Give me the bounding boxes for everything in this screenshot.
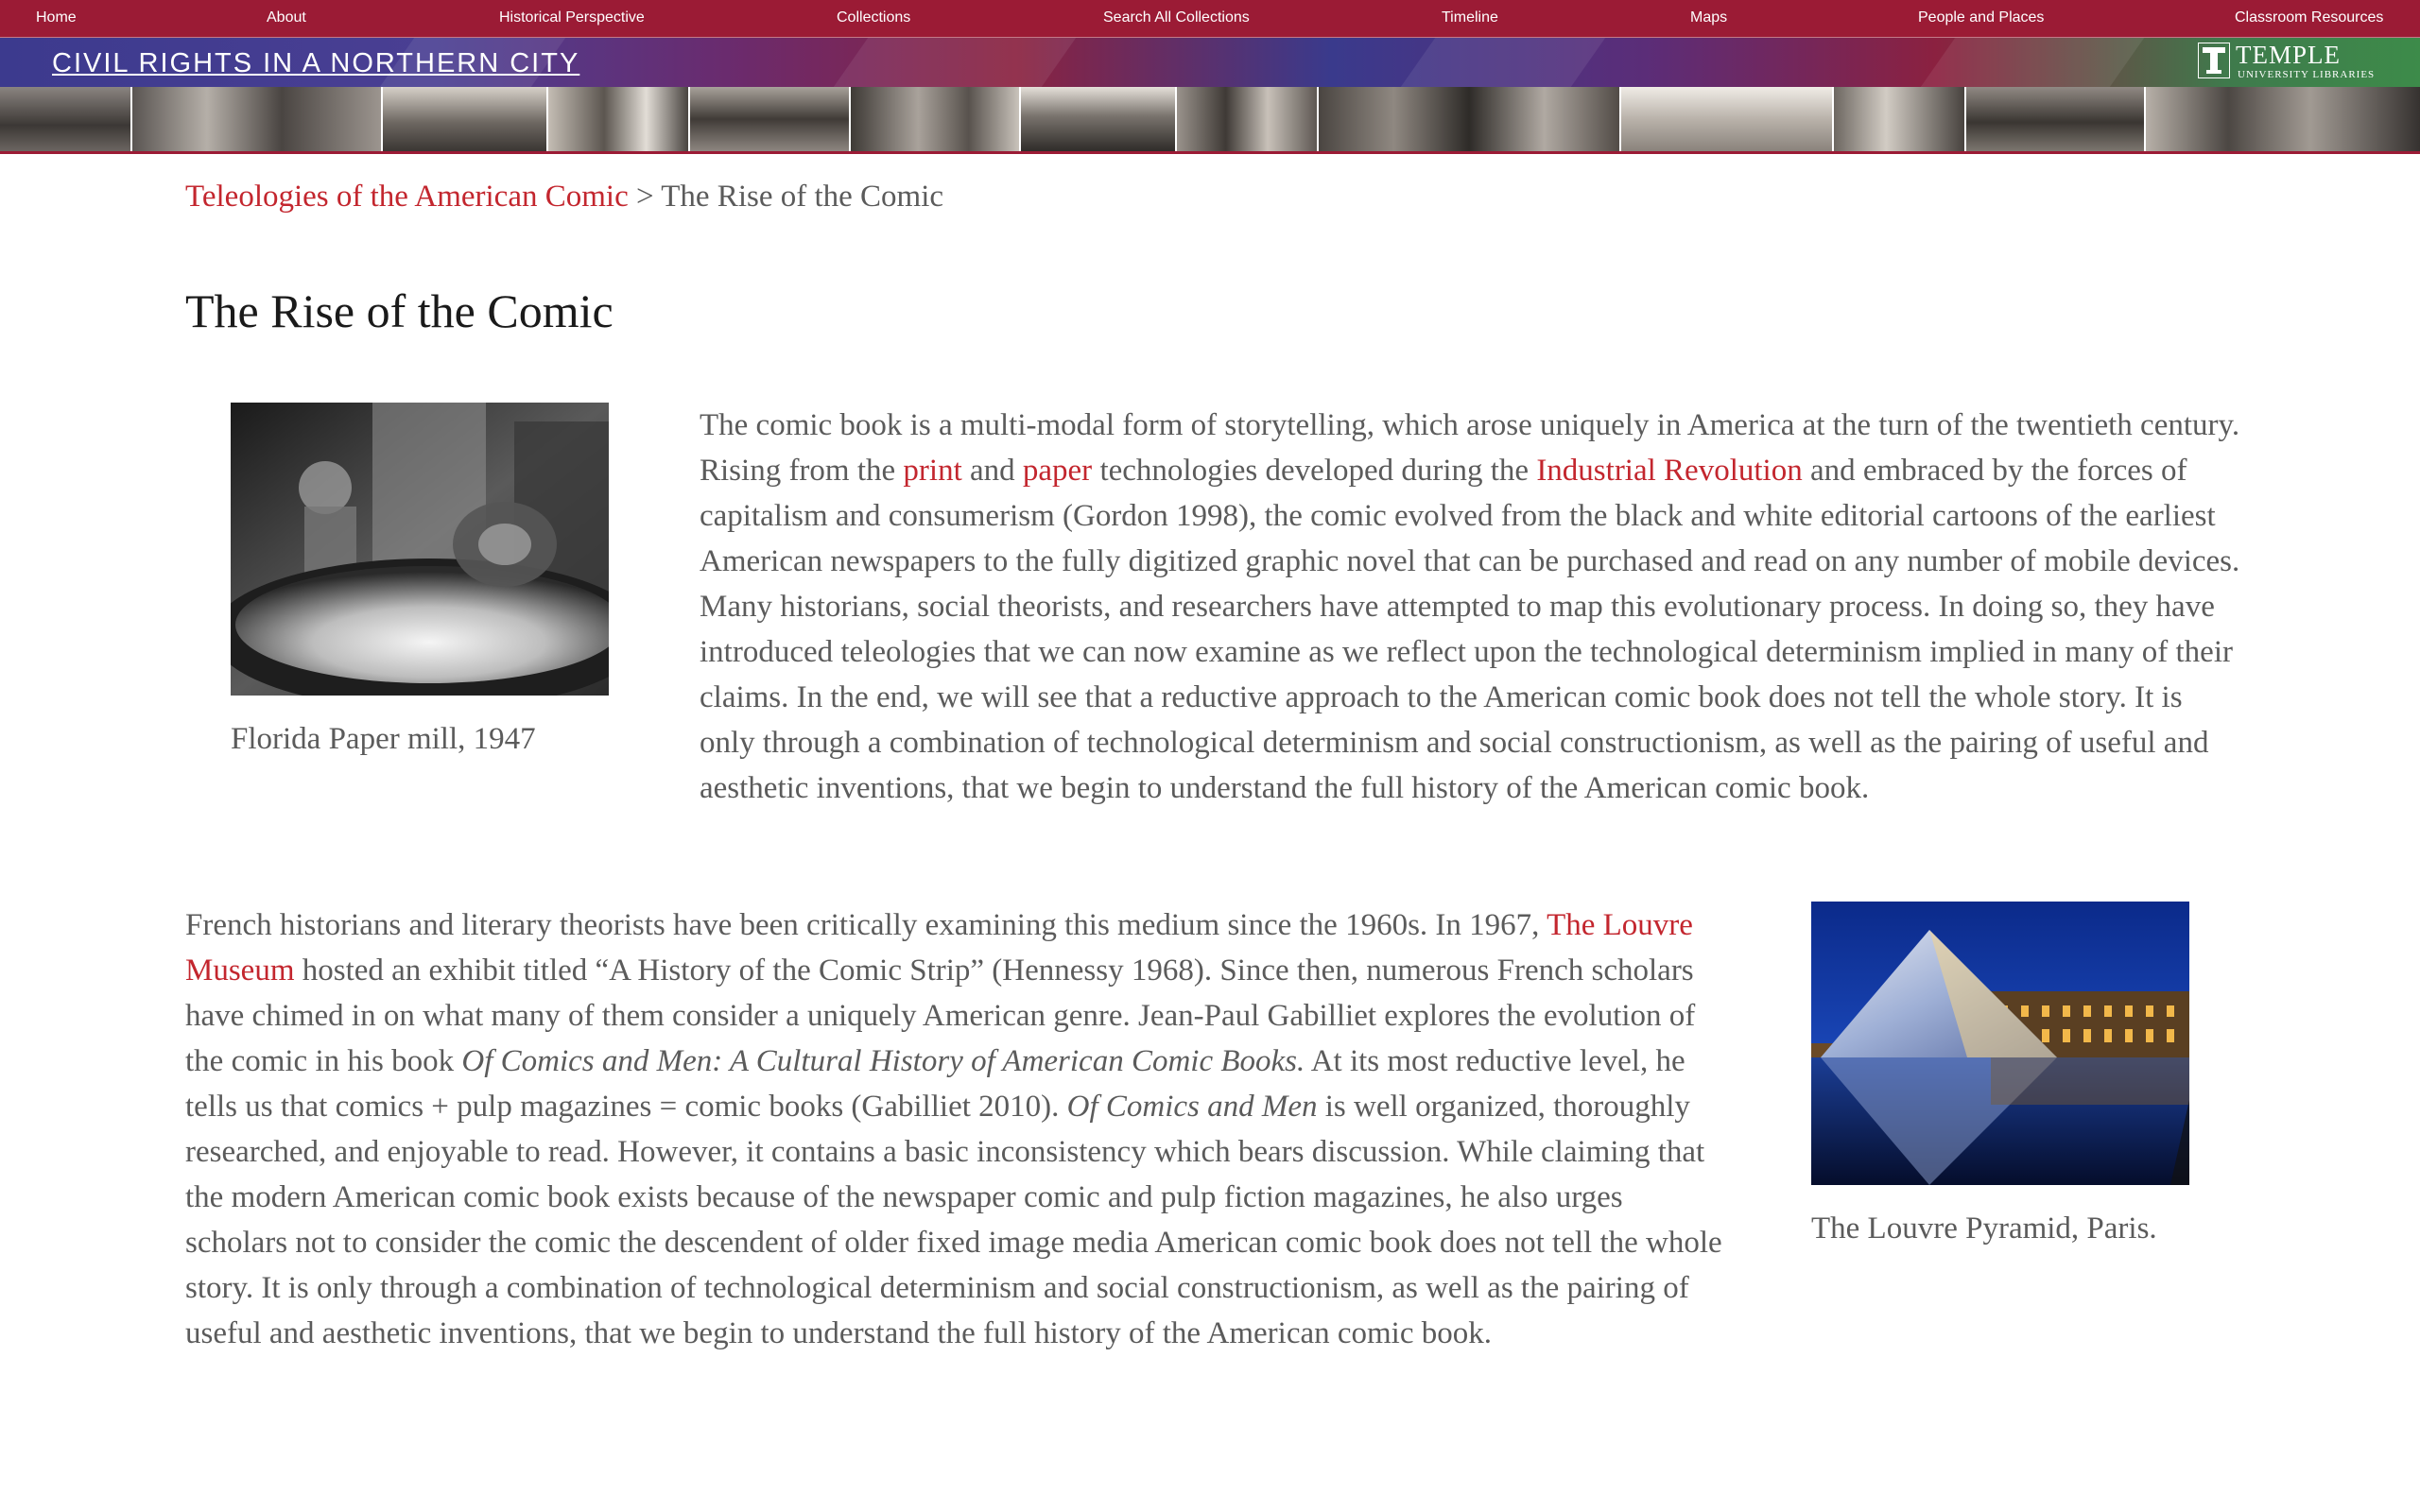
temple-t-icon — [2198, 43, 2230, 78]
logo-name: TEMPLE — [2236, 41, 2341, 69]
paper-mill-photo-icon — [231, 403, 609, 696]
nav-timeline[interactable]: Timeline — [1442, 10, 1498, 26]
page-title: The Rise of the Comic — [185, 284, 614, 337]
louvre-caption: The Louvre Pyramid, Paris. — [1811, 1211, 2157, 1246]
strip-photo — [851, 87, 1021, 151]
strip-photo — [1621, 87, 1834, 151]
strip-photo — [383, 87, 548, 151]
paper-mill-caption: Florida Paper mill, 1947 — [231, 722, 536, 756]
strip-photo — [0, 87, 132, 151]
nav-home[interactable]: Home — [36, 10, 77, 26]
french-scholars-paragraph: French historians and literary theorists… — [185, 902, 1726, 1356]
louvre-figure: The Louvre Pyramid, Paris. — [1811, 902, 2189, 1261]
temple-logo[interactable]: TEMPLE UNIVERSITY LIBRARIES — [2198, 41, 2396, 84]
breadcrumb-separator: > — [628, 180, 662, 214]
strip-photo — [132, 87, 383, 151]
industrial-revolution-link[interactable]: Industrial Revolution — [1536, 454, 1802, 488]
nav-search-all-collections[interactable]: Search All Collections — [1103, 10, 1250, 26]
print-link[interactable]: print — [903, 454, 961, 488]
historic-photo-strip — [0, 87, 2420, 154]
intro-text-2: and — [961, 454, 1023, 488]
strip-photo — [2146, 87, 2420, 151]
nav-collections[interactable]: Collections — [837, 10, 910, 26]
banner-stripe — [1920, 38, 2145, 87]
louvre-pyramid-photo-icon — [1811, 902, 2189, 1185]
paper-link[interactable]: paper — [1023, 454, 1092, 488]
nav-historical-perspective[interactable]: Historical Perspective — [499, 10, 645, 26]
site-banner: CIVIL RIGHTS IN A NORTHERN CITY TEMPLE U… — [0, 38, 2420, 87]
logo-subtitle: UNIVERSITY LIBRARIES — [2238, 69, 2376, 80]
strip-photo — [1834, 87, 1966, 151]
strip-photo — [1319, 87, 1621, 151]
book-title: Of Comics and Men: A Cultural History of… — [461, 1044, 1305, 1078]
book-title-short: Of Comics and Men — [1066, 1090, 1318, 1124]
french-text-4: is well organized, thoroughly researched… — [185, 1090, 1722, 1350]
strip-photo — [1021, 87, 1177, 151]
paper-mill-image — [231, 403, 609, 696]
strip-photo — [1966, 87, 2146, 151]
breadcrumb-parent-link[interactable]: Teleologies of the American Comic — [185, 180, 629, 214]
top-navigation: Home About Historical Perspective Collec… — [0, 0, 2420, 38]
site-title[interactable]: CIVIL RIGHTS IN A NORTHERN CITY — [52, 48, 579, 79]
banner-stripe — [833, 38, 1077, 87]
intro-paragraph: The comic book is a multi-modal form of … — [700, 403, 2240, 811]
intro-text-4: and embraced by the forces of capitalism… — [700, 454, 2240, 805]
banner-stripe — [1400, 38, 1606, 87]
paper-mill-figure: Florida Paper mill, 1947 — [231, 403, 609, 762]
intro-text-3: technologies developed during the — [1092, 454, 1537, 488]
strip-photo — [690, 87, 851, 151]
french-text-1: French historians and literary theorists… — [185, 908, 1547, 942]
strip-photo — [1177, 87, 1319, 151]
strip-photo — [548, 87, 690, 151]
nav-classroom-resources[interactable]: Classroom Resources — [2235, 10, 2383, 26]
breadcrumb-current: The Rise of the Comic — [661, 180, 944, 214]
nav-people-and-places[interactable]: People and Places — [1918, 10, 2044, 26]
breadcrumb: Teleologies of the American Comic > The … — [185, 180, 943, 215]
louvre-image — [1811, 902, 2189, 1185]
nav-about[interactable]: About — [267, 10, 306, 26]
nav-maps[interactable]: Maps — [1690, 10, 1727, 26]
